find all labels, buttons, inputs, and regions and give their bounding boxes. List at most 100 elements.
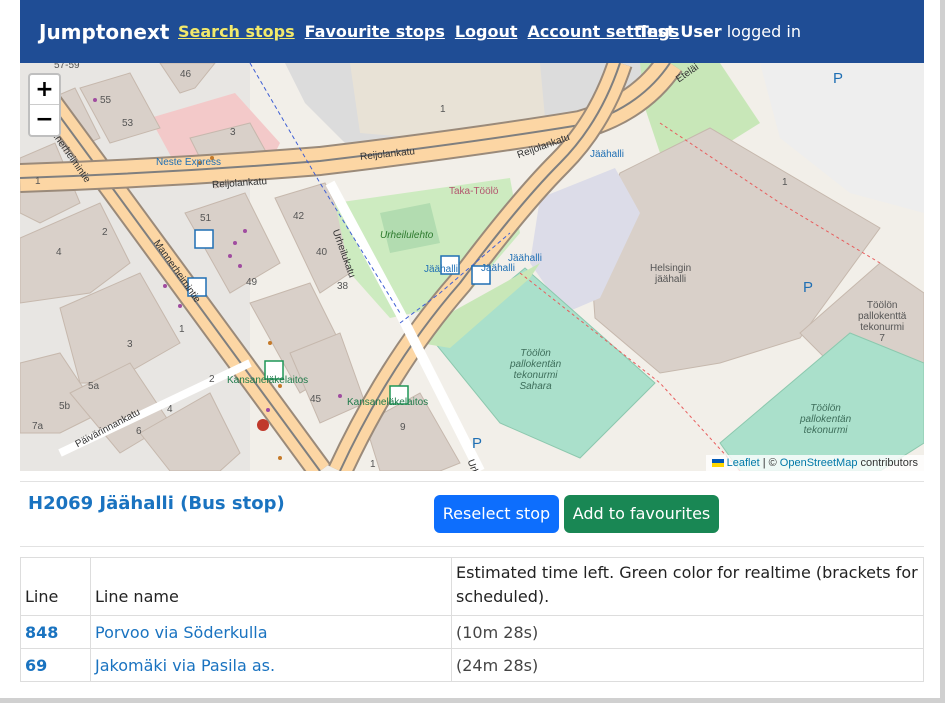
label-urheilulehto: Urheilulehto xyxy=(380,230,434,241)
house-num: 5b xyxy=(59,401,71,412)
label-toolon-7-d: 7 xyxy=(879,333,885,344)
label-te-a: Töölön xyxy=(810,403,841,414)
house-num: 1 xyxy=(179,324,185,335)
time-left: (24m 28s) xyxy=(451,648,924,682)
label-mannerheimintie-b: Mannerheimintie xyxy=(150,238,203,305)
house-num: 2 xyxy=(102,227,108,238)
label-helsingin-jaahalli: Helsingin jäähalli xyxy=(650,263,691,285)
time-left: (10m 28s) xyxy=(451,615,924,649)
house-num: 46 xyxy=(180,69,192,80)
attribution-contributors: contributors xyxy=(860,457,918,469)
nav-favourite-stops[interactable]: Favourite stops xyxy=(305,22,445,41)
label-jaahalli-b: Jäähalli xyxy=(424,264,458,275)
house-num: 7a xyxy=(32,421,44,432)
house-num: 6 xyxy=(136,426,142,437)
label-helsingin: Helsingin xyxy=(650,263,692,274)
nav-logout[interactable]: Logout xyxy=(455,22,518,41)
header-estimated-time: Estimated time left. Green color for rea… xyxy=(451,557,924,616)
label-jaahalli-big: jäähalli xyxy=(655,274,687,285)
zoom-control: + − xyxy=(28,73,61,137)
house-num: 45 xyxy=(310,394,322,405)
label-kansanelakelaitos-a: Kansaneläkelaitos xyxy=(227,375,309,386)
house-num: 9 xyxy=(400,422,406,433)
house-num: 38 xyxy=(337,281,349,292)
label-reijolankatu-c: Reijolankatu xyxy=(515,131,572,162)
add-to-favourites-button[interactable]: Add to favourites xyxy=(564,495,719,533)
label-reijolankatu-b: Reijolankatu xyxy=(211,176,268,191)
label-neste: Neste Express xyxy=(156,157,222,168)
label-kansanelakelaitos-b: Kansaneläkelaitos xyxy=(347,397,429,408)
user-status-text: logged in xyxy=(726,22,801,41)
label-sahara-a: Töölön xyxy=(520,348,551,359)
divider xyxy=(20,481,924,482)
parking-icon-c: P xyxy=(472,435,483,452)
table-header-row: Line Line name Estimated time left. Gree… xyxy=(20,557,924,616)
zoom-in-button[interactable]: + xyxy=(30,75,59,105)
table-row: 848 Porvoo via Söderkulla (10m 28s) xyxy=(20,615,924,649)
house-num: 42 xyxy=(293,211,305,222)
parking-icon-b: P xyxy=(803,279,814,296)
divider xyxy=(20,546,924,547)
zoom-out-button[interactable]: − xyxy=(30,105,59,135)
house-num: 2 xyxy=(209,374,215,385)
line-number-link[interactable]: 848 xyxy=(25,623,58,642)
label-te-c: tekonurmi xyxy=(803,425,848,436)
map[interactable]: Mannerheimintie Mannerheimintie Reijolan… xyxy=(20,63,924,471)
reselect-stop-button[interactable]: Reselect stop xyxy=(434,495,559,533)
label-te-b: pallokentän xyxy=(800,414,852,425)
table-row: 69 Jakomäki via Pasila as. (24m 28s) xyxy=(20,648,924,682)
house-num: 1 xyxy=(35,176,41,187)
line-name-link[interactable]: Porvoo via Söderkulla xyxy=(95,623,268,642)
nav-search-stops[interactable]: Search stops xyxy=(178,22,295,41)
map-attribution: Leaflet | © OpenStreetMap contributors xyxy=(705,455,924,471)
label-paivarinnankatu: Päivärinnankatu xyxy=(73,406,143,451)
leaflet-link[interactable]: Leaflet xyxy=(727,457,760,469)
house-num: 1 xyxy=(782,177,788,188)
content-card: Jumptonext Search stops Favourite stops … xyxy=(0,0,940,698)
label-urheilukatu-b: Urhe xyxy=(464,458,483,471)
label-jaahalli-a: Jäähalli xyxy=(590,149,624,160)
house-num: 5a xyxy=(88,381,100,392)
label-toolon-tekonurmi: Töölön pallokentän tekonurmi xyxy=(800,403,851,436)
ukraine-flag-icon xyxy=(711,459,724,467)
label-toolon-pallokentta-7: Töölön pallokenttä tekonurmi 7 xyxy=(858,300,906,344)
navbar: Jumptonext Search stops Favourite stops … xyxy=(20,0,924,63)
label-sahara-b: pallokentän xyxy=(510,359,562,370)
label-taka-toolo: Taka-Töölö xyxy=(449,186,499,197)
label-sahara-c: tekonurmi xyxy=(513,370,558,381)
label-jaahalli-d: Jäähalli xyxy=(508,253,542,264)
house-num: 55 xyxy=(100,95,112,106)
label-toolon-7-a: Töölön xyxy=(866,300,898,311)
departures-table: Line Line name Estimated time left. Gree… xyxy=(20,557,924,682)
user-status: Test User logged in xyxy=(638,22,801,41)
osm-link[interactable]: OpenStreetMap xyxy=(780,457,858,469)
stop-title: H2069 Jäähalli (Bus stop) xyxy=(28,493,285,514)
house-num: 1 xyxy=(440,104,446,115)
house-num: 1 xyxy=(370,459,376,470)
house-num: 49 xyxy=(246,277,258,288)
line-number-link[interactable]: 69 xyxy=(25,656,47,675)
label-toolon-7-b: pallokenttä xyxy=(858,311,907,322)
house-num: 53 xyxy=(122,118,134,129)
label-jaahalli-c: Jäähalli xyxy=(481,263,515,274)
parking-icon-a: P xyxy=(833,70,844,87)
house-num: 40 xyxy=(316,247,328,258)
label-toolon-sahara: Töölön pallokentän tekonurmi Sahara xyxy=(510,348,561,392)
map-labels: Mannerheimintie Mannerheimintie Reijolan… xyxy=(20,63,924,471)
house-num: 3 xyxy=(127,339,133,350)
label-reijolankatu-a: Reijolankatu xyxy=(359,146,416,163)
label-urheilukatu: Urheilukatu xyxy=(329,228,358,280)
house-num: 57-59 xyxy=(54,63,80,71)
line-name-link[interactable]: Jakomäki via Pasila as. xyxy=(95,656,275,675)
house-num: 3 xyxy=(230,127,236,138)
house-num: 4 xyxy=(56,247,62,258)
header-line-name: Line name xyxy=(90,557,452,616)
brand-title[interactable]: Jumptonext xyxy=(39,20,169,44)
user-name: Test User xyxy=(638,22,722,41)
house-num: 4 xyxy=(167,404,173,415)
label-etelainen: Eteläi xyxy=(674,63,701,86)
header-line: Line xyxy=(20,557,91,616)
house-num: 51 xyxy=(200,213,212,224)
nav-links: Search stops Favourite stops Logout Acco… xyxy=(178,22,689,41)
page: Jumptonext Search stops Favourite stops … xyxy=(0,0,945,703)
